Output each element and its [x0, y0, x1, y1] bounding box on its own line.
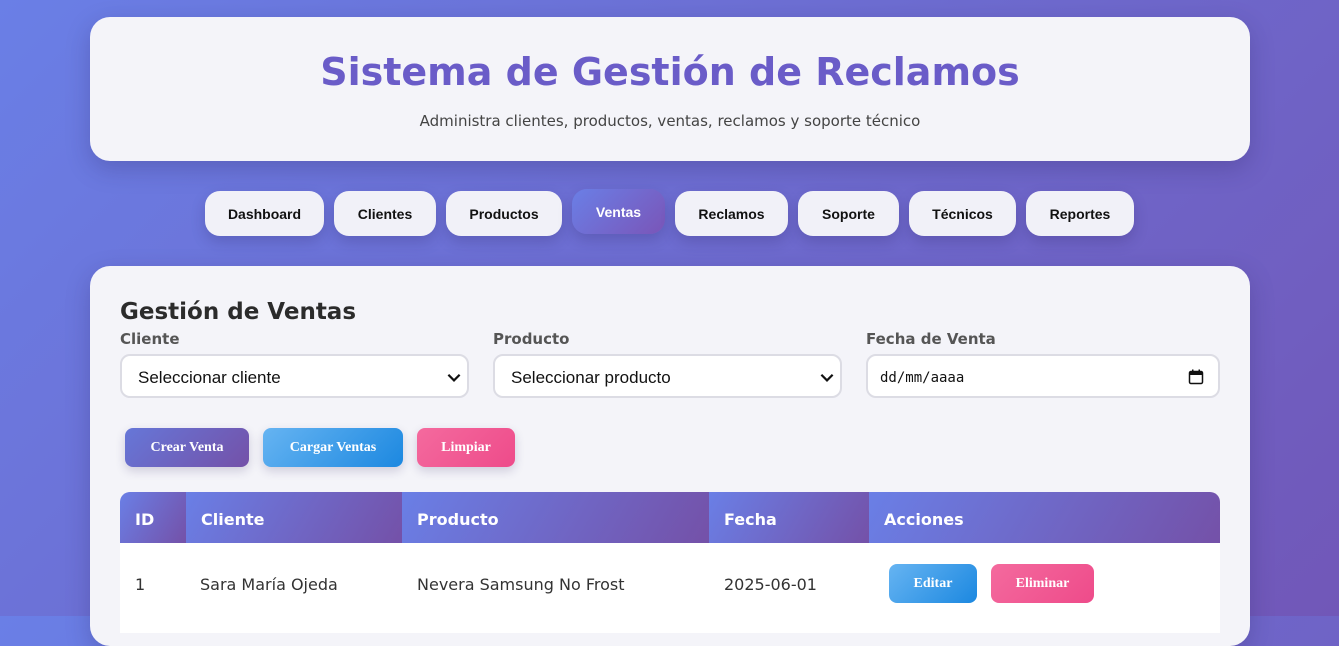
- eliminar-button[interactable]: Eliminar: [991, 564, 1094, 603]
- tab-soporte[interactable]: Soporte: [798, 191, 899, 236]
- cell-fecha: 2025-06-01: [724, 575, 817, 594]
- producto-select-value: Seleccionar producto: [511, 368, 671, 387]
- producto-label: Producto: [493, 330, 570, 348]
- chevron-down-icon: [820, 373, 834, 382]
- ventas-table: ID Cliente Producto Fecha Acciones 1 Sar…: [120, 492, 1220, 633]
- cell-cliente: Sara María Ojeda: [200, 575, 338, 594]
- page-title: Sistema de Gestión de Reclamos: [320, 50, 1020, 94]
- tab-reclamos[interactable]: Reclamos: [675, 191, 788, 236]
- column-header-producto: Producto: [402, 492, 709, 543]
- crear-venta-button[interactable]: Crear Venta: [125, 428, 249, 467]
- tab-tecnicos[interactable]: Técnicos: [909, 191, 1016, 236]
- cliente-select-value: Seleccionar cliente: [138, 368, 281, 387]
- cell-id: 1: [135, 575, 146, 594]
- fecha-input[interactable]: dd/mm/aaaa: [866, 354, 1220, 398]
- column-header-fecha: Fecha: [709, 492, 869, 543]
- app-header: Sistema de Gestión de Reclamos Administr…: [90, 17, 1250, 161]
- calendar-icon[interactable]: [1188, 369, 1204, 385]
- fecha-label: Fecha de Venta: [866, 330, 996, 348]
- section-title: Gestión de Ventas: [120, 299, 357, 325]
- cargar-ventas-button[interactable]: Cargar Ventas: [263, 428, 403, 467]
- table-row: 1 Sara María Ojeda Nevera Samsung No Fro…: [120, 543, 1220, 633]
- page-subtitle: Administra clientes, productos, ventas, …: [419, 112, 921, 130]
- tab-ventas[interactable]: Ventas: [572, 189, 665, 234]
- cliente-select[interactable]: Seleccionar cliente: [120, 354, 469, 398]
- column-header-cliente: Cliente: [186, 492, 402, 543]
- cliente-label: Cliente: [120, 330, 180, 348]
- tab-productos[interactable]: Productos: [446, 191, 562, 236]
- tab-clientes[interactable]: Clientes: [334, 191, 436, 236]
- tab-dashboard[interactable]: Dashboard: [205, 191, 324, 236]
- ventas-panel: Gestión de Ventas Cliente Seleccionar cl…: [90, 266, 1250, 646]
- chevron-down-icon: [447, 373, 461, 382]
- column-header-acciones: Acciones: [869, 492, 1220, 543]
- limpiar-button[interactable]: Limpiar: [417, 428, 515, 467]
- cell-producto: Nevera Samsung No Frost: [417, 575, 625, 594]
- editar-button[interactable]: Editar: [889, 564, 977, 603]
- producto-select[interactable]: Seleccionar producto: [493, 354, 842, 398]
- fecha-placeholder: dd/mm/aaaa: [880, 370, 965, 386]
- main-nav: Dashboard Clientes Productos Ventas Recl…: [0, 189, 1339, 237]
- tab-reportes[interactable]: Reportes: [1026, 191, 1134, 236]
- column-header-id: ID: [120, 492, 186, 543]
- table-header: ID Cliente Producto Fecha Acciones: [120, 492, 1220, 543]
